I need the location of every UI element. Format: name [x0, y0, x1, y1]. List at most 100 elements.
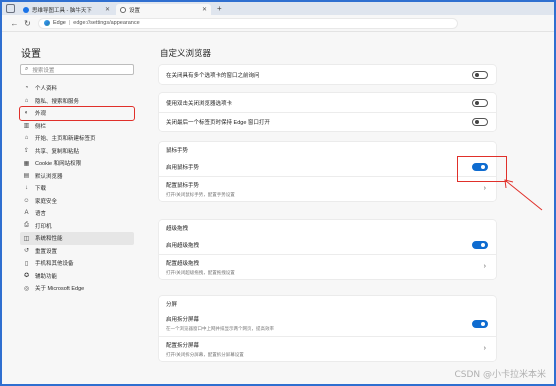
sidebar-item-label: 打印机: [35, 223, 52, 230]
download-icon: ↓: [25, 185, 28, 192]
setting-label: 启用鼠标手势: [166, 164, 200, 171]
setting-description: 在一个浏览器窗口中上网并排显示两个网页，提高效率: [166, 326, 274, 331]
setting-row[interactable]: 配置超级拖拽 打开/关闭超级拖拽，配置拖拽设置 ›: [159, 254, 496, 279]
phone-icon: ▯: [24, 260, 29, 267]
sidebar-item-browser[interactable]: ▤ 默认浏览器: [20, 170, 134, 183]
search-placeholder: 搜索设置: [32, 67, 55, 74]
window-menu-icon[interactable]: [6, 4, 15, 13]
annotation-highlight-box: [457, 156, 507, 182]
card-close-window: 在关闭具有多个选项卡的窗口之前询问: [159, 65, 496, 84]
sidebar-item-lock[interactable]: ⌂ 隐私、搜索和服务: [20, 95, 134, 108]
printer-icon: ⎙: [24, 222, 29, 229]
cookie-icon: ▦: [23, 160, 30, 167]
sidebar-item-label: 语言: [35, 211, 47, 218]
setting-label: 配置拆分屏幕: [166, 342, 200, 349]
new-tab-button[interactable]: +: [217, 4, 222, 13]
system-icon: ◫: [23, 235, 30, 242]
sidebar-item-printer[interactable]: ⎙ 打印机: [20, 220, 134, 233]
chevron-right-icon[interactable]: ›: [484, 345, 486, 352]
person-icon: ◔: [24, 85, 29, 92]
sidebar-item-label: 重置设置: [35, 248, 58, 255]
tab-title: 思维导图工具 - 脑牛天下: [32, 7, 92, 14]
sidebar-item-edge[interactable]: ◎ 关于 Microsoft Edge: [20, 282, 134, 295]
close-icon[interactable]: ✕: [202, 6, 207, 13]
card-mouse-gestures: 鼠标手势 启用鼠标手势 配置鼠标手势 打开/关闭鼠标手势，配置手势设置 ›: [159, 142, 496, 201]
sidebar-item-cookie[interactable]: ▦ Cookie 和网站权限: [20, 157, 134, 170]
tab-mindmap[interactable]: 思维导图工具 - 脑牛天下 ✕: [19, 4, 114, 15]
language-icon: A: [24, 210, 29, 217]
address-bar[interactable]: Edge | edge://settings/appearance: [38, 17, 458, 29]
sidebar-item-label: 手机和其他设备: [35, 261, 74, 268]
card-tab-behavior: 使用双击关闭浏览器选项卡 关闭最后一个标签页时保持 Edge 窗口打开: [159, 93, 496, 131]
sidebar-item-system[interactable]: ◫ 系统和性能: [20, 232, 134, 245]
sidebar-item-label: 关于 Microsoft Edge: [35, 286, 85, 293]
accessibility-icon: ✪: [23, 273, 30, 280]
sidebar-item-share[interactable]: ⇪ 共享、复制和粘贴: [20, 145, 134, 158]
setting-label: 启用超级拖拽: [166, 242, 200, 249]
setting-row: 启用超级拖拽: [159, 235, 496, 254]
address-separator: |: [68, 20, 71, 26]
sidebar-item-label: 个人资料: [35, 86, 58, 93]
reset-icon: ↺: [23, 248, 30, 255]
setting-row[interactable]: 配置鼠标手势 打开/关闭鼠标手势，配置手势设置 ›: [159, 176, 496, 201]
sidebar-item-appearance[interactable]: ◐ 外观: [19, 106, 135, 121]
setting-row[interactable]: 配置拆分屏幕 打开/关闭拆分屏幕，配置拆分屏幕设置 ›: [159, 336, 496, 361]
sidebar-icon: ▥: [23, 123, 30, 130]
sidebar-item-sidebar[interactable]: ▥ 侧栏: [20, 120, 134, 133]
setting-label: 使用双击关闭浏览器选项卡: [166, 100, 233, 107]
page-title: 自定义浏览器: [160, 48, 212, 58]
gear-icon: [120, 6, 126, 13]
toggle-ask-before-close[interactable]: [472, 70, 488, 79]
setting-row: 启用鼠标手势: [159, 157, 496, 176]
toggle-split-screen[interactable]: [472, 319, 488, 328]
edge-icon: ◎: [23, 285, 30, 292]
share-icon: ⇪: [23, 148, 30, 155]
edge-logo-icon: [44, 20, 50, 26]
sidebar-item-reset[interactable]: ↺ 重置设置: [20, 245, 134, 258]
search-input[interactable]: ⌕ 搜索设置: [20, 64, 134, 75]
section-heading: 分屏: [166, 301, 178, 308]
back-icon[interactable]: ←: [8, 19, 21, 28]
home-icon: ⌂: [24, 135, 29, 142]
toggle-keep-window-open[interactable]: [472, 118, 488, 126]
chevron-right-icon[interactable]: ›: [484, 263, 486, 270]
tab-settings[interactable]: 设置 ✕: [116, 4, 211, 15]
sidebar-item-accessibility[interactable]: ✪ 辅助功能: [20, 270, 134, 283]
family-icon: ☺: [23, 197, 30, 204]
setting-row: 启用拆分屏幕 在一个浏览器窗口中上网并排显示两个网页，提高效率: [159, 311, 496, 336]
card-super-drag: 超级拖拽 启用超级拖拽 配置超级拖拽 打开/关闭超级拖拽，配置拖拽设置 ›: [159, 220, 496, 279]
sidebar-item-label: 默认浏览器: [35, 173, 63, 180]
refresh-icon[interactable]: ↻: [21, 19, 34, 28]
setting-row: 关闭最后一个标签页时保持 Edge 窗口打开: [159, 112, 496, 131]
chevron-right-icon[interactable]: ›: [484, 185, 486, 192]
section-heading: 超级拖拽: [166, 225, 189, 232]
sidebar-item-label: 侧栏: [35, 123, 47, 130]
sidebar-item-label: 隐私、搜索和服务: [35, 98, 80, 105]
setting-label: 配置鼠标手势: [166, 182, 200, 189]
sidebar-item-family[interactable]: ☺ 家庭安全: [20, 195, 134, 208]
sidebar-item-person[interactable]: ◔ 个人资料: [20, 82, 134, 95]
sidebar-item-label: 外观: [35, 111, 47, 118]
close-icon[interactable]: ✕: [105, 6, 110, 13]
sidebar-item-phone[interactable]: ▯ 手机和其他设备: [20, 257, 134, 270]
sidebar-item-language[interactable]: A 语言: [20, 207, 134, 220]
browser-name: Edge: [53, 20, 66, 26]
tab-title: 设置: [129, 7, 141, 14]
tab-strip: 思维导图工具 - 脑牛天下 ✕ 设置 ✕ +: [2, 2, 554, 15]
section-heading: 鼠标手势: [166, 147, 189, 154]
browser-icon: ▤: [23, 173, 30, 180]
setting-label: 在关闭具有多个选项卡的窗口之前询问: [166, 72, 260, 79]
watermark: CSDN @小卡拉米本米: [454, 370, 546, 380]
sidebar-item-label: 家庭安全: [35, 198, 58, 205]
toggle-super-drag[interactable]: [472, 240, 488, 249]
sidebar-item-label: 系统和性能: [35, 236, 63, 243]
search-icon: ⌕: [25, 66, 29, 72]
settings-main: 自定义浏览器 在关闭具有多个选项卡的窗口之前询问 使用双击关闭浏览器选项卡 关闭…: [152, 32, 502, 384]
sidebar-item-download[interactable]: ↓ 下载: [20, 182, 134, 195]
sidebar-item-home[interactable]: ⌂ 开始、主页和新建标签页: [20, 132, 134, 145]
setting-description: 打开/关闭鼠标手势，配置手势设置: [166, 191, 235, 197]
toggle-double-click-close[interactable]: [472, 98, 488, 107]
card-split-screen: 分屏 启用拆分屏幕 在一个浏览器窗口中上网并排显示两个网页，提高效率 配置拆分屏…: [159, 296, 496, 361]
settings-sidebar: 设置 ⌕ 搜索设置 ◔ 个人资料 ⌂ 隐私、搜索和服务 ◐ 外观 ▥ 侧栏 ⌂ 开始、主页和新建标…: [12, 32, 135, 384]
browser-window: 思维导图工具 - 脑牛天下 ✕ 设置 ✕ + ← ↻ Edge | edge:/…: [0, 0, 556, 386]
